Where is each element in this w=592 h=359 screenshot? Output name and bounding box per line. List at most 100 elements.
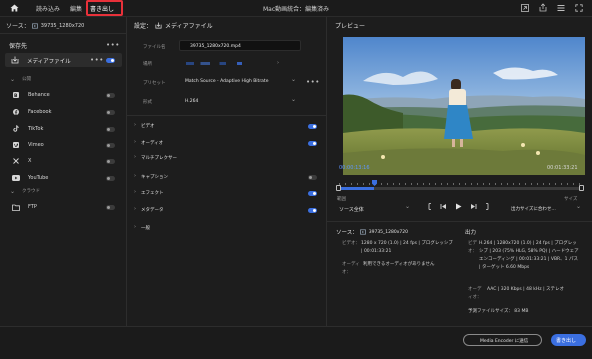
set-out-point-icon[interactable]: [483, 203, 489, 210]
summary-output-audio-key: オーディオ：: [468, 287, 482, 300]
section-captions-toggle[interactable]: [308, 175, 317, 180]
export-button-label: 書き出し: [556, 337, 577, 344]
current-time: 00:00:13:16: [339, 165, 370, 171]
social-collapse-icon[interactable]: ⌄: [10, 76, 15, 83]
destination-x[interactable]: X: [28, 158, 31, 164]
section-effects[interactable]: › エフェクト: [127, 187, 326, 201]
step-back-icon[interactable]: [440, 203, 447, 210]
size-dropdown[interactable]: 出力サイズに合わせ… ⌄: [509, 203, 585, 214]
media-file-icon: [11, 56, 19, 64]
section-effects-label: エフェクト: [141, 191, 164, 196]
preset-dropdown[interactable]: Match Source - Adaptive High Bitrate ⌄: [179, 76, 301, 87]
destination-tiktok[interactable]: TikTok: [28, 126, 43, 132]
section-metadata-toggle[interactable]: [308, 208, 317, 213]
media-file-toggle[interactable]: [106, 58, 115, 63]
settings-heading-target: メディアファイル: [165, 23, 213, 30]
svg-text:B: B: [14, 93, 18, 98]
preview-divider: [327, 221, 592, 222]
section-metadata-chevron-icon: ›: [134, 206, 136, 212]
range-dropdown[interactable]: ソース全体 ⌄: [337, 203, 415, 214]
section-multiplexer-label: マルチプレクサー: [141, 156, 177, 161]
play-icon[interactable]: [455, 203, 462, 210]
format-value: H.264: [185, 99, 199, 104]
summary-source-heading: ソース： 39735_1280x720: [336, 228, 408, 236]
section-general-chevron-icon: ›: [134, 224, 136, 230]
section-audio-toggle[interactable]: [308, 141, 317, 146]
home-icon[interactable]: [10, 4, 19, 12]
preview-image: [343, 37, 585, 175]
fullscreen-icon[interactable]: [575, 4, 583, 12]
section-metadata[interactable]: › メタデータ: [127, 204, 326, 218]
behance-toggle[interactable]: [106, 93, 115, 98]
media-file-label: メディアファイル: [27, 59, 71, 65]
section-video-toggle[interactable]: [308, 124, 317, 129]
location-chevron-icon[interactable]: ›: [277, 60, 279, 66]
destination-behance[interactable]: Behance: [28, 92, 50, 98]
youtube-toggle[interactable]: [106, 176, 115, 181]
x-icon: [13, 158, 19, 164]
facebook-icon: [13, 109, 19, 115]
cloud-collapse-icon[interactable]: ⌄: [10, 188, 15, 195]
out-point-handle[interactable]: [579, 185, 584, 191]
location-path[interactable]: [186, 62, 266, 65]
tiktok-toggle[interactable]: [106, 127, 115, 132]
size-chevron-down-icon: ⌄: [576, 203, 582, 210]
settings-panel: 設定： メディアファイル ファイル名 39735_1280x720.mp4 場所…: [127, 17, 326, 326]
preset-more-icon[interactable]: •••: [306, 79, 320, 86]
section-captions[interactable]: › キャプション: [127, 171, 326, 185]
destinations-more-icon[interactable]: •••: [106, 42, 120, 49]
settings-heading: 設定： メディアファイル: [134, 21, 213, 30]
facebook-toggle[interactable]: [106, 110, 115, 115]
range-chevron-down-icon: ⌄: [405, 203, 411, 210]
size-value: 出力サイズに合わせ…: [511, 207, 556, 212]
tab-import[interactable]: 読み込み: [36, 4, 60, 13]
ftp-toggle[interactable]: [106, 205, 115, 210]
playhead[interactable]: [372, 180, 377, 186]
destination-facebook[interactable]: Facebook: [28, 109, 52, 115]
summary-estimated-size: 予測ファイルサイズ： 83 MB: [468, 309, 529, 314]
active-tab-highlight: [86, 0, 123, 16]
ftp-icon: [12, 204, 20, 211]
workspace-menu-icon[interactable]: [557, 4, 565, 12]
export-button[interactable]: 書き出し: [551, 334, 586, 346]
source-clip-name: 39735_1280x720: [40, 22, 85, 29]
in-point-handle[interactable]: [336, 185, 341, 191]
file-name-label: ファイル名: [143, 45, 166, 50]
duration: 00:01:33:21: [547, 165, 578, 171]
source-prefix: ソース：: [6, 23, 30, 30]
section-captions-chevron-icon: ›: [134, 173, 136, 179]
set-in-point-icon[interactable]: [428, 203, 434, 210]
social-section-label: 公開: [22, 77, 31, 82]
section-effects-toggle[interactable]: [308, 191, 317, 196]
section-multiplexer[interactable]: › マルチプレクサー: [127, 152, 326, 166]
destination-vimeo[interactable]: Vimeo: [28, 142, 44, 148]
settings-divider: [127, 115, 326, 116]
media-file-more-icon[interactable]: •••: [90, 57, 104, 64]
share-icon[interactable]: [539, 3, 547, 12]
range-value: ソース全体: [339, 207, 364, 213]
x-toggle[interactable]: [106, 159, 115, 164]
media-file-row[interactable]: メディアファイル •••: [5, 53, 122, 67]
size-label: サイズ: [564, 197, 578, 202]
tab-edit[interactable]: 編集: [70, 4, 82, 13]
settings-heading-label: 設定：: [134, 23, 153, 30]
quick-export-icon[interactable]: [521, 4, 529, 12]
destination-youtube[interactable]: YouTube: [28, 175, 48, 181]
destination-ftp[interactable]: FTP: [28, 204, 37, 210]
format-dropdown[interactable]: H.264 ⌄: [179, 96, 301, 107]
media-encoder-button[interactable]: Media Encoder に送信: [463, 334, 542, 346]
timeline-track[interactable]: [339, 187, 581, 190]
vimeo-toggle[interactable]: [106, 143, 115, 148]
summary-clip-icon: [359, 229, 366, 235]
top-bar: 読み込み 編集 書き出し Mac動画統合：編集済み: [0, 0, 592, 17]
window-title: Mac動画統合：編集済み: [263, 6, 330, 13]
section-video[interactable]: › ビデオ: [127, 120, 326, 134]
section-audio-chevron-icon: ›: [134, 139, 136, 145]
section-audio-label: オーディオ: [141, 141, 164, 146]
file-name-field[interactable]: 39735_1280x720.mp4: [179, 40, 301, 51]
source-bar: ソース： 39735_1280x720: [6, 21, 85, 31]
section-audio[interactable]: › オーディオ: [127, 137, 326, 151]
section-general[interactable]: › 一般: [127, 222, 326, 236]
media-encoder-button-label: Media Encoder に送信: [480, 338, 529, 344]
step-forward-icon[interactable]: [470, 203, 477, 210]
